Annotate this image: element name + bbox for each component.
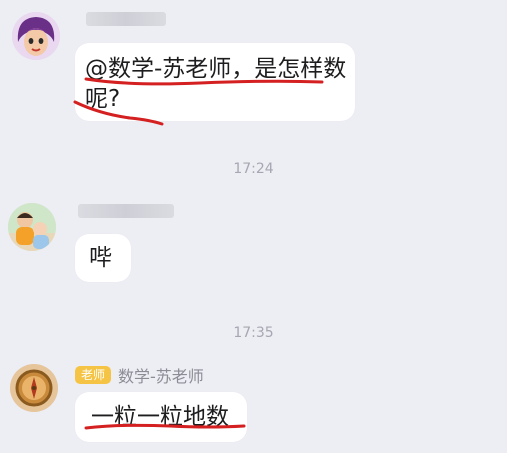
message-text-line1: @数学-苏老师，是怎样数 [85, 56, 347, 82]
message-text: 一粒一粒地数 [91, 404, 229, 430]
avatar-student-1[interactable] [12, 12, 60, 60]
message-bubble-reply[interactable]: 哔 [75, 234, 131, 282]
compass-avatar-icon [10, 364, 58, 412]
avatar-teacher[interactable] [10, 364, 58, 412]
avatar-student-2[interactable] [8, 203, 56, 251]
message-bubble-question[interactable]: @数学-苏老师，是怎样数 呢? [75, 43, 355, 121]
family-photo-avatar-icon [8, 203, 56, 251]
sender-row: 老师 数学-苏老师 [75, 364, 204, 386]
sender-name[interactable]: 数学-苏老师 [118, 363, 204, 387]
role-badge: 老师 [75, 366, 112, 384]
message-text: 哔 [89, 245, 112, 271]
cartoon-girl-avatar-icon [12, 12, 60, 60]
timestamp: 17:24 [233, 161, 274, 177]
message-text-line2: 呢? [85, 86, 121, 112]
message-bubble-answer[interactable]: 一粒一粒地数 [75, 392, 247, 442]
blurred-sender-name [78, 204, 174, 218]
timestamp: 17:35 [233, 325, 274, 341]
blurred-sender-name [86, 12, 166, 26]
